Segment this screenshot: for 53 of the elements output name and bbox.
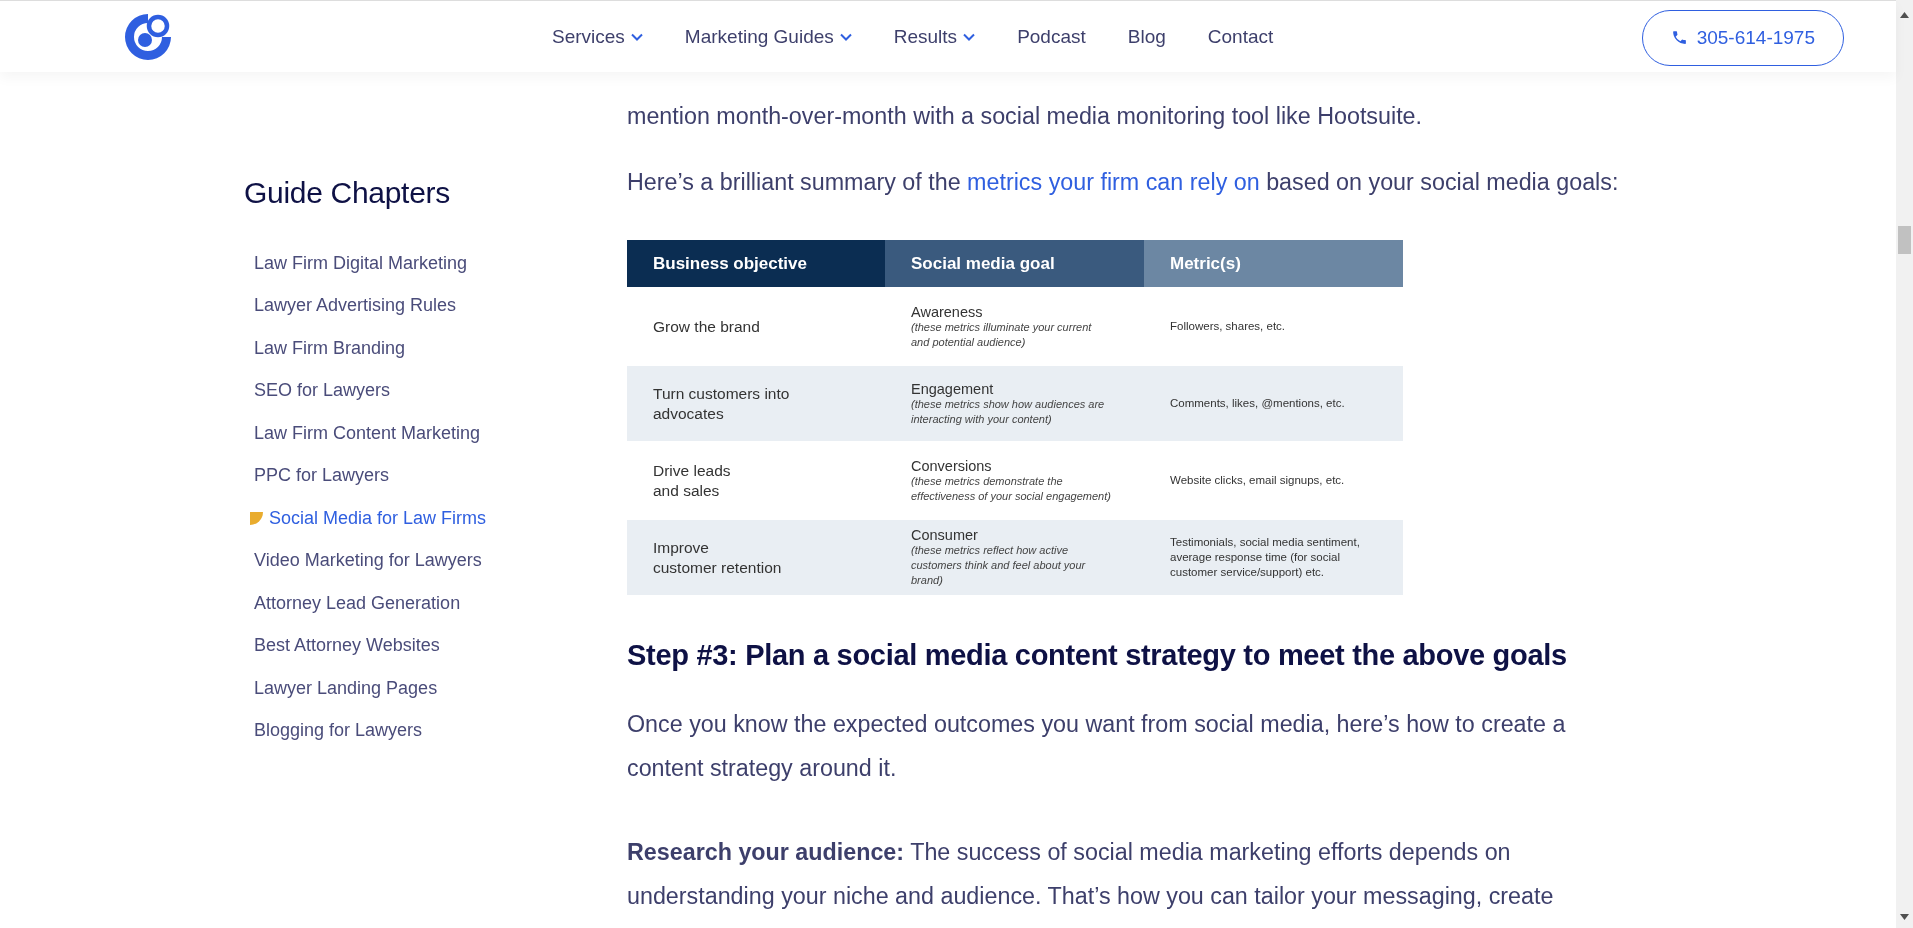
chevron-down-icon <box>963 32 976 41</box>
chapter-link[interactable]: SEO for Lawyers <box>244 375 627 406</box>
nav-link[interactable]: Podcast <box>1017 21 1086 52</box>
nav-link[interactable]: Marketing Guides <box>684 21 852 52</box>
chapter-link[interactable]: Attorney Lead Generation <box>244 588 627 619</box>
nav-link[interactable]: Contact <box>1207 21 1274 52</box>
goal-note: (these metrics demonstrate the effectiveness of your social engagement) <box>911 473 1112 504</box>
objective-text: Turn customers into advocates <box>653 383 791 424</box>
chapter-link[interactable]: Lawyer Advertising Rules <box>244 290 627 321</box>
goal-note: (these metrics reflect how active customers think and feel about your brand) <box>911 543 1087 588</box>
goal-text: Consumer <box>911 527 979 543</box>
scroll-up-icon[interactable] <box>1900 12 1909 18</box>
chapter-link[interactable]: Best Attorney Websites <box>244 630 627 661</box>
chevron-down-icon <box>839 32 852 41</box>
table-header-cell: Metric(s) <box>1144 240 1403 287</box>
goal-text: Engagement <box>911 380 995 397</box>
paragraph: Research your audience: The success of social media marketing efforts depends on understanding your niche and audience. That’s how you can tailor your messaging, create <box>627 838 1555 911</box>
metric-text: Testimonials, social media sentiment, average response time (for social customer service/support) etc. <box>1170 535 1361 580</box>
table-header-cell: Social media goal <box>885 240 1144 287</box>
chapter-link[interactable]: Law Firm Content Marketing <box>244 418 627 449</box>
objective-text: Grow the brand <box>653 316 761 337</box>
paragraph: Once you know the expected outcomes you want from social media, here’s how to create a content strategy around it. <box>627 710 1567 783</box>
chevron-down-icon <box>630 32 643 41</box>
paragraph: Here’s a brilliant summary of the metrics your firm can rely on based on your social media goals: <box>627 168 1620 197</box>
nav-link[interactable]: Blog <box>1127 21 1166 52</box>
nav-link[interactable]: Services <box>552 21 643 52</box>
scrollbar[interactable] <box>1896 0 1913 928</box>
chapter-link[interactable]: Social Media for Law Firms <box>244 503 627 534</box>
goal-text: Conversions <box>911 457 993 474</box>
scrollbar-thumb[interactable] <box>1898 226 1911 254</box>
paragraph: mention month-over-month with a social media monitoring tool like Hootsuite. <box>627 102 1424 131</box>
active-marker-icon <box>250 511 263 525</box>
metric-text: Followers, shares, etc. <box>1170 319 1287 334</box>
table-header-cell: Business objective <box>627 240 885 287</box>
metric-text: Website clicks, email signups, etc. <box>1170 473 1346 488</box>
chapter-link[interactable]: Lawyer Landing Pages <box>244 673 627 704</box>
section-heading: Step #3: Plan a social media content strategy to meet the above goals <box>627 639 1568 672</box>
scroll-down-icon[interactable] <box>1900 914 1909 920</box>
nav-link[interactable]: Results <box>893 21 976 52</box>
metrics-link[interactable]: metrics your firm can rely on <box>967 169 1260 195</box>
sidebar-title: Guide Chapters <box>244 176 451 210</box>
chapter-link[interactable]: Blogging for Lawyers <box>244 715 627 746</box>
objective-text: Drive leads and sales <box>653 460 732 501</box>
chapter-link[interactable]: Law Firm Digital Marketing <box>244 248 627 279</box>
objective-text: Improve customer retention <box>653 537 783 578</box>
goal-text: Awareness <box>911 303 984 320</box>
chapter-link[interactable]: Video Marketing for Lawyers <box>244 545 627 576</box>
goal-note: (these metrics illuminate your current and potential audience) <box>911 319 1093 350</box>
goal-note: (these metrics show how audiences are interacting with your content) <box>911 397 1106 427</box>
metric-text: Comments, likes, @mentions, etc. <box>1170 396 1346 411</box>
phone-icon <box>1670 29 1688 46</box>
chapter-link[interactable]: PPC for Lawyers <box>244 460 627 491</box>
chapter-link[interactable]: Law Firm Branding <box>244 333 627 364</box>
